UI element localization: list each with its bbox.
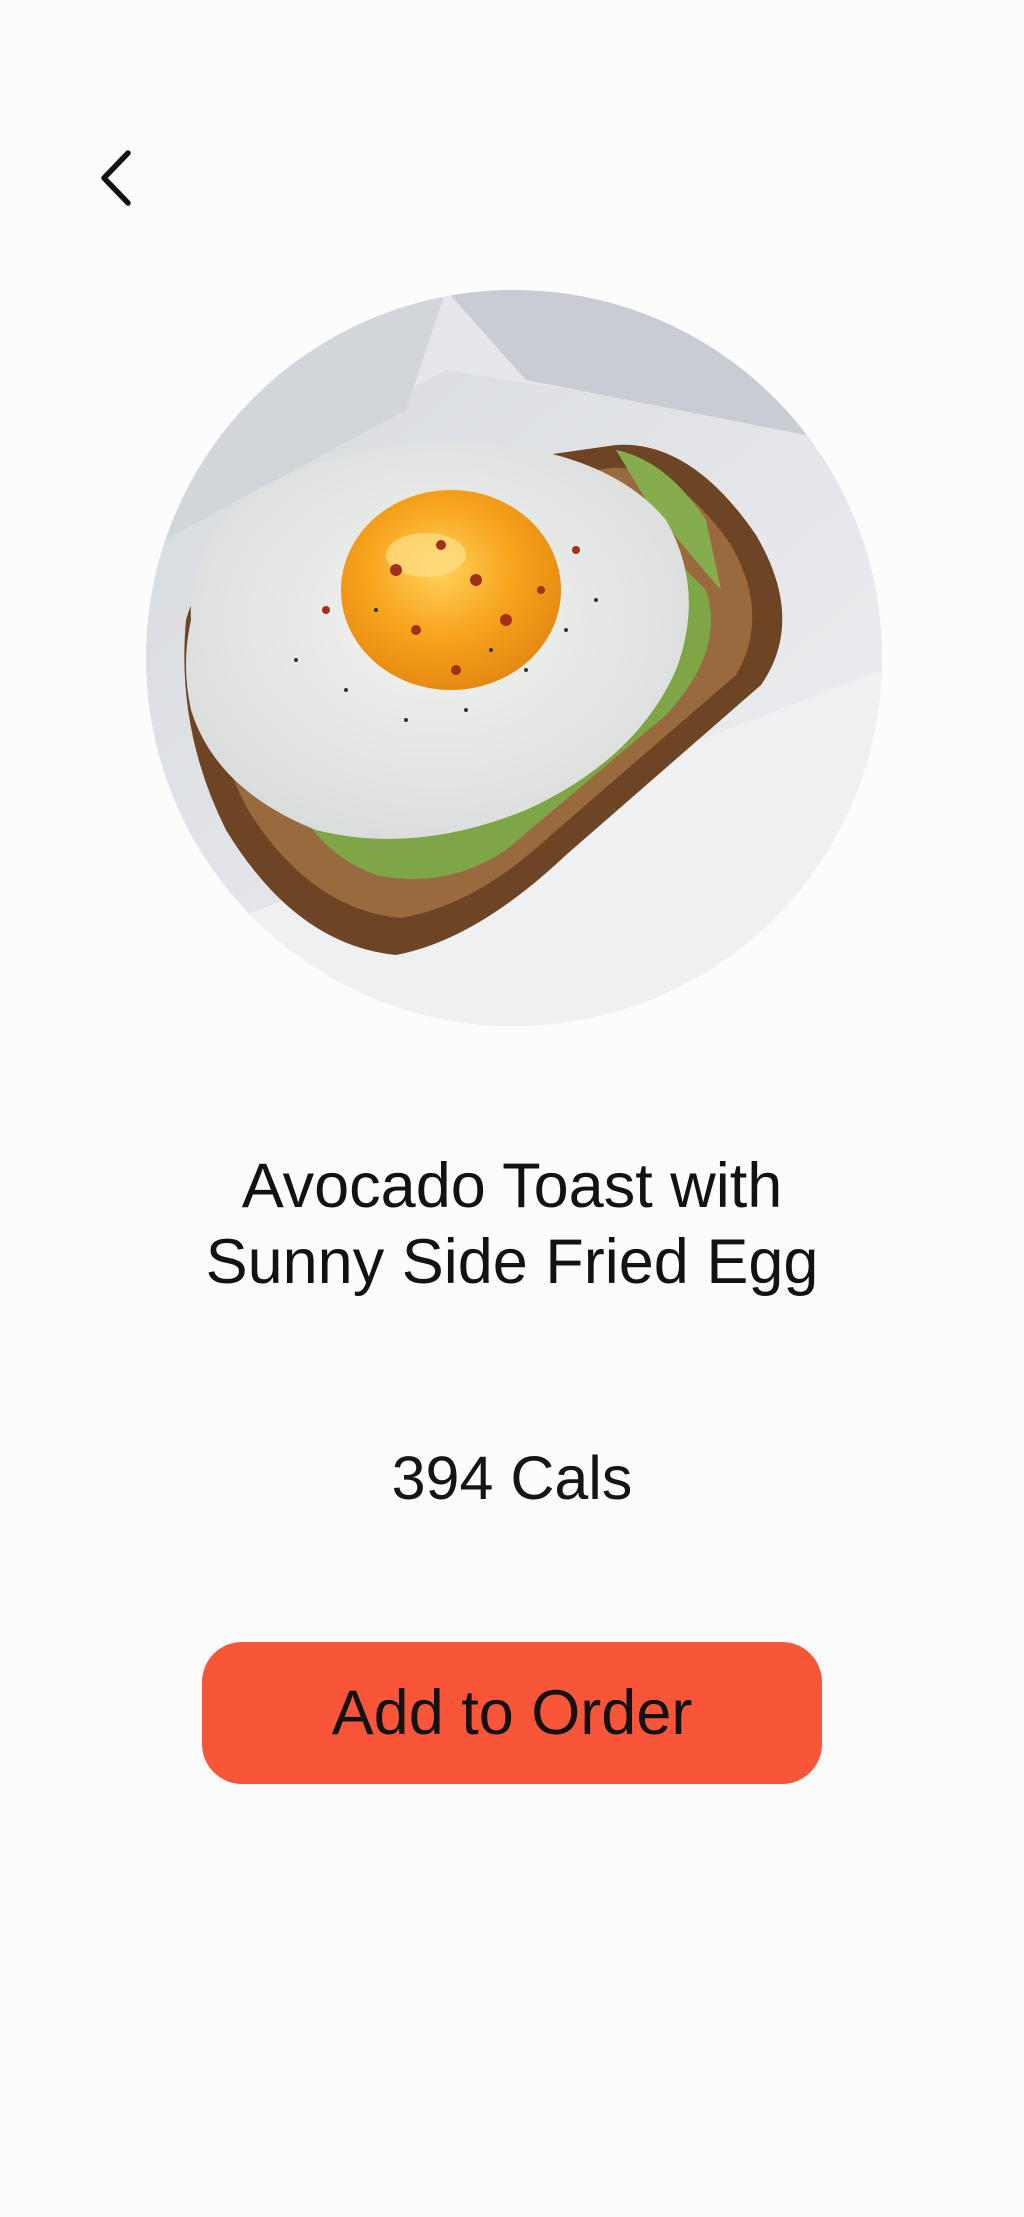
food-photo [146,290,882,1026]
add-to-order-button[interactable]: Add to Order [202,1642,822,1784]
back-button[interactable] [80,132,152,224]
chevron-left-icon [101,150,131,206]
product-title-line2: Sunny Side Fried Egg [205,1227,819,1297]
calorie-count: 394 Cals [391,1444,633,1512]
product-title: Avocado Toast with Sunny Side Fried Egg [112,1148,912,1300]
product-title-line1: Avocado Toast with [241,1151,783,1221]
food-photo-illustration [146,290,882,1026]
